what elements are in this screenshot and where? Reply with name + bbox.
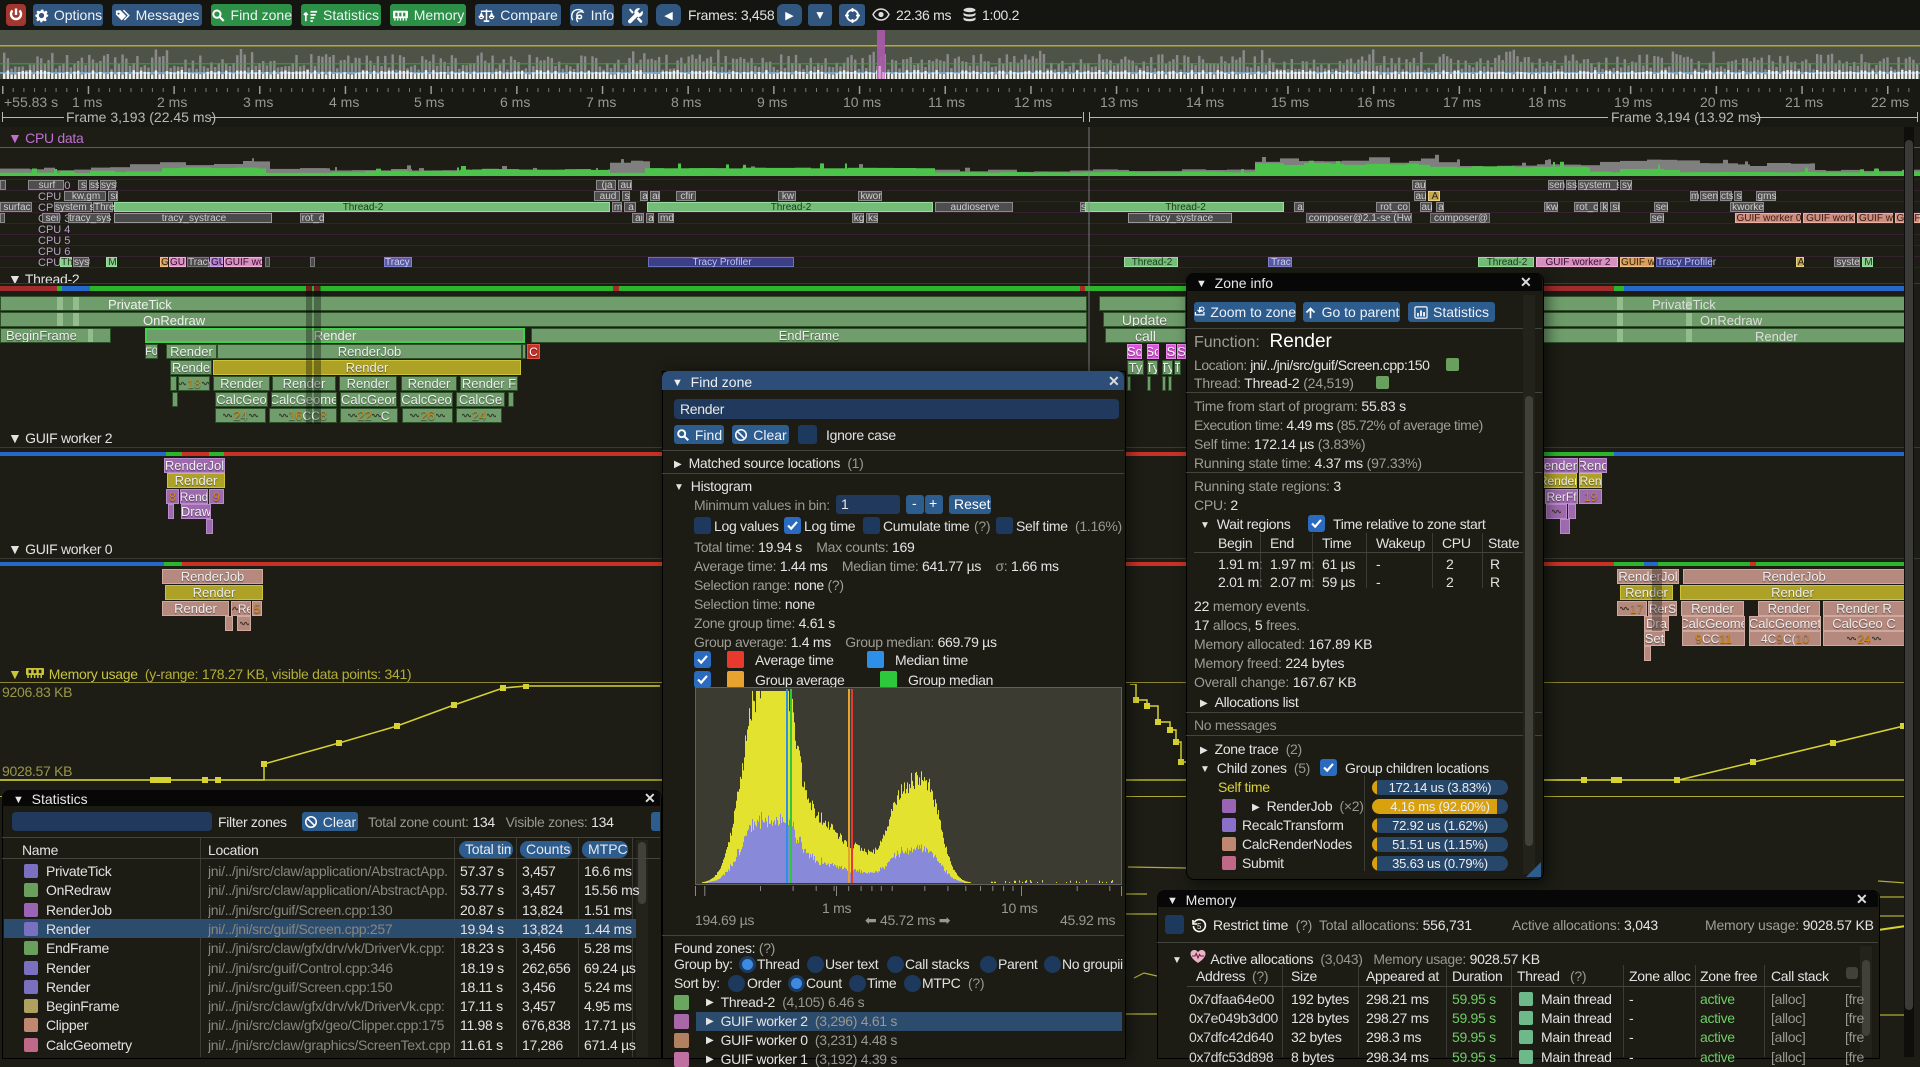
svg-text:5: 5 [1197,922,1202,931]
